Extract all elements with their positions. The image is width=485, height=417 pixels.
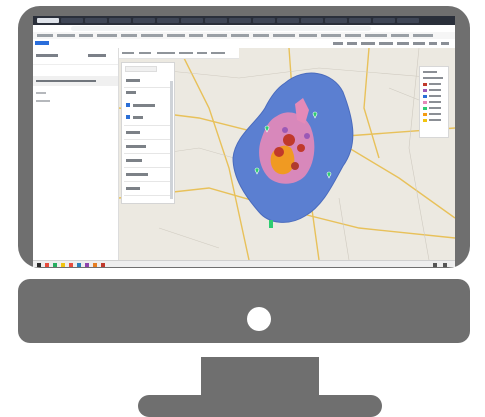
filter-option[interactable] [126,79,140,82]
nav-item[interactable] [413,42,425,45]
nav-item[interactable] [361,42,375,45]
app-logo [35,41,49,45]
filter-search-input[interactable] [125,66,157,72]
browser-tab-bar [33,16,455,25]
map-tool-item[interactable] [211,52,225,54]
browser-tab[interactable] [397,18,419,23]
filter-option[interactable] [133,104,155,107]
map-tool-item[interactable] [197,52,207,54]
browser-tab[interactable] [181,18,203,23]
monitor-screen [33,16,455,267]
filter-option[interactable] [133,116,143,119]
url-field[interactable] [71,26,371,31]
cluster-red[interactable] [291,162,299,170]
cluster-red[interactable] [274,147,284,157]
legend-swatch [423,83,427,86]
taskbar-app-icon[interactable] [45,263,49,267]
taskbar-app-icon[interactable] [61,263,65,267]
park-patch [269,220,273,228]
sidebar-selected-item[interactable] [33,76,118,86]
filter-option[interactable] [126,173,148,176]
filter-option[interactable] [126,145,146,148]
left-sidebar [33,48,119,260]
taskbar-app-icon[interactable] [77,263,81,267]
map-tool-item[interactable] [122,52,134,54]
browser-tab[interactable] [205,18,227,23]
cluster-red[interactable] [283,134,295,146]
map-tool-item[interactable] [157,52,175,54]
filter-scrollbar[interactable] [170,81,173,199]
cluster-purple[interactable] [304,133,310,139]
sidebar-item[interactable] [36,100,50,102]
browser-tab[interactable] [253,18,275,23]
taskbar-app-icon[interactable] [85,263,89,267]
map-view[interactable] [119,48,455,260]
browser-tab[interactable] [85,18,107,23]
filter-option[interactable] [126,91,136,94]
taskbar-app-icon[interactable] [69,263,73,267]
power-button-icon[interactable] [247,307,271,331]
browser-tab[interactable] [133,18,155,23]
nav-item[interactable] [397,42,409,45]
map-tool-item[interactable] [139,52,151,54]
filter-checkbox[interactable] [126,103,130,107]
browser-tab[interactable] [61,18,83,23]
sidebar-item[interactable] [36,92,46,94]
nav-item[interactable] [333,42,343,45]
filter-option[interactable] [126,159,142,162]
legend-swatch [423,107,427,110]
taskbar-app-icon[interactable] [93,263,97,267]
taskbar-app-icon[interactable] [53,263,57,267]
browser-tab[interactable] [277,18,299,23]
legend-swatch [423,95,427,98]
legend-swatch [423,89,427,92]
map-legend [419,66,449,138]
legend-swatch [423,101,427,104]
cluster-purple[interactable] [282,127,288,133]
legend-swatch [423,113,427,116]
filter-option[interactable] [126,131,140,134]
map-toolbar [119,48,239,59]
nav-item[interactable] [379,42,393,45]
browser-tab[interactable] [229,18,251,23]
browser-tab[interactable] [157,18,179,23]
monitor-chin [18,279,470,343]
cluster-red[interactable] [297,144,305,152]
clock-icon[interactable] [443,263,447,267]
browser-tab[interactable] [325,18,347,23]
nav-item[interactable] [429,42,437,45]
system-tray-icon[interactable] [433,263,437,267]
browser-tab[interactable] [373,18,395,23]
nav-item[interactable] [347,42,357,45]
filter-checkbox[interactable] [126,115,130,119]
legend-swatch [423,119,427,122]
filter-panel [121,62,175,204]
map-tool-item[interactable] [179,52,193,54]
browser-tab[interactable] [349,18,371,23]
sidebar-header [33,48,118,65]
filter-option[interactable] [126,187,140,190]
browser-tab[interactable] [109,18,131,23]
start-icon[interactable] [37,263,41,267]
monitor-stand-base [138,395,382,417]
nav-item[interactable] [441,42,449,45]
browser-tab[interactable] [37,18,59,23]
browser-tab[interactable] [301,18,323,23]
taskbar-app-icon[interactable] [101,263,105,267]
taskbar [33,260,455,267]
